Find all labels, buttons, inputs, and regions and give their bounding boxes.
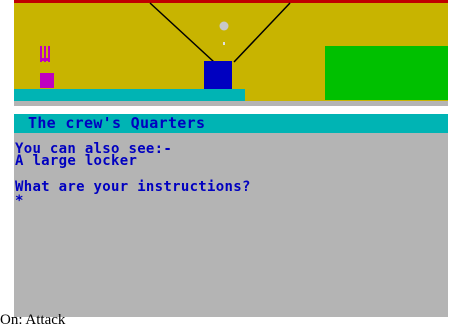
ceiling-line xyxy=(14,0,448,3)
game-screen: The crew's Quarters You can also see:- A… xyxy=(0,0,462,329)
light-spark xyxy=(223,42,225,45)
input-cursor[interactable]: * xyxy=(15,194,24,208)
light-fixture xyxy=(204,61,232,89)
light-bulb-icon xyxy=(219,21,229,31)
floor-counter xyxy=(14,89,245,101)
item-line: A large locker xyxy=(15,153,138,169)
instructions-prompt: What are your instructions? xyxy=(15,179,251,195)
green-panel xyxy=(325,46,448,100)
floor-strip xyxy=(14,101,448,106)
footer-caption: On: Attack xyxy=(0,312,66,328)
room-illustration xyxy=(14,0,448,106)
room-title: The crew's Quarters xyxy=(28,114,206,132)
